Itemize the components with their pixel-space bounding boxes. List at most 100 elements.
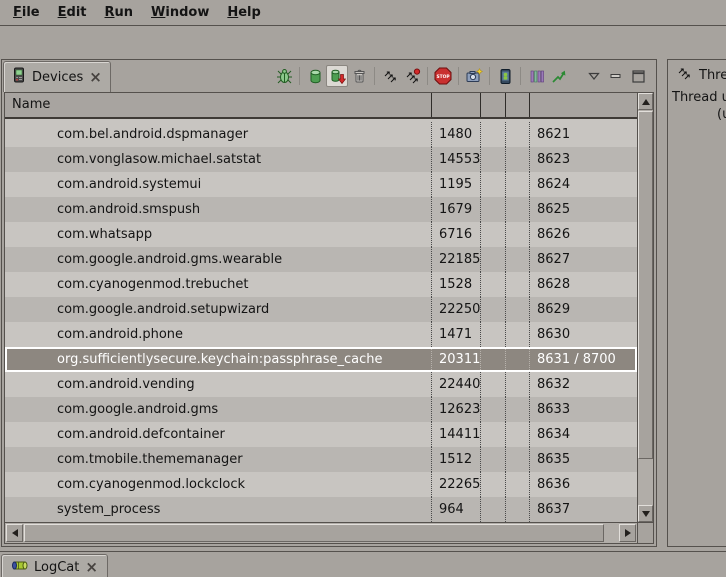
logcat-view-bar: LogCat × (0, 551, 726, 577)
cell-name: com.cyanogenmod.lockclock (5, 472, 432, 497)
scroll-right-button[interactable] (619, 524, 636, 542)
cell-e2 (506, 297, 530, 322)
scroll-up-button[interactable] (638, 93, 653, 110)
cell-port: 8637 (530, 497, 637, 522)
svg-text:STOP: STOP (436, 74, 450, 80)
menu-bar: File Edit Run Window Help (0, 0, 726, 26)
device-client-row[interactable]: com.cyanogenmod.trebuchet1528 8628 (5, 272, 637, 297)
cell-port: 8621 (530, 122, 637, 147)
cell-pid: 6716 (432, 222, 481, 247)
device-client-row[interactable]: com.android.vending224408632 (5, 372, 637, 397)
vertical-scroll-thumb[interactable] (638, 111, 653, 459)
cell-name: com.whatsapp (5, 222, 432, 247)
menu-edit[interactable]: Edit (49, 2, 96, 23)
device-client-row[interactable]: com.android.defcontainer144118634 (5, 422, 637, 447)
horizontal-scrollbar[interactable] (5, 522, 637, 543)
cell-port: 8636 (530, 472, 637, 497)
device-phone-icon (12, 67, 26, 87)
device-client-row[interactable]: com.android.systemui11958624 (5, 172, 637, 197)
cell-e2 (506, 247, 530, 272)
dump-view-hierarchy-icon[interactable] (494, 65, 516, 87)
cell-e1 (481, 147, 506, 172)
cell-e2 (506, 197, 530, 222)
column-header-blank1[interactable] (481, 93, 506, 117)
cell-e2 (506, 349, 530, 370)
cell-pid: 1528 (432, 272, 481, 297)
scroll-down-button[interactable] (638, 505, 653, 522)
scroll-left-button[interactable] (6, 524, 23, 542)
start-method-profiling-icon[interactable] (401, 65, 423, 87)
cell-name: com.vonglasow.michael.satstat (5, 147, 432, 172)
column-header-blank2[interactable] (506, 93, 530, 117)
screen-capture-icon[interactable] (463, 65, 485, 87)
menu-run[interactable]: Run (96, 2, 143, 23)
device-client-row[interactable]: com.google.android.setupwizard222508629 (5, 297, 637, 322)
device-client-row[interactable]: com.cyanogenmod.lockclock222658636 (5, 472, 637, 497)
tab-threads[interactable]: Threads (669, 61, 726, 90)
device-client-row[interactable]: com.vonglasow.michael.satstat145538623 (5, 147, 637, 172)
capture-systrace-icon[interactable] (525, 65, 547, 87)
cell-pid: 14411 (432, 422, 481, 447)
cell-port: 8632 (530, 372, 637, 397)
device-client-row[interactable]: com.tmobile.thememanager15128635 (5, 447, 637, 472)
menu-help[interactable]: Help (218, 2, 269, 23)
maximize-view-icon[interactable] (627, 65, 649, 87)
cell-name: com.android.phone (5, 322, 432, 347)
horizontal-scroll-thumb[interactable] (24, 524, 604, 542)
device-client-row[interactable]: com.whatsapp67168626 (5, 222, 637, 247)
cell-name: com.google.android.gms (5, 397, 432, 422)
cell-name: com.cyanogenmod.trebuchet (5, 272, 432, 297)
close-icon[interactable]: × (85, 561, 98, 573)
threads-message-line2: (use toolbar button to enable) (717, 107, 726, 122)
vertical-scrollbar[interactable] (637, 93, 653, 522)
cell-e2 (506, 497, 530, 522)
cell-port: 8634 (530, 422, 637, 447)
dump-hprof-icon[interactable] (326, 65, 348, 87)
device-client-row[interactable]: com.android.phone14718630 (5, 322, 637, 347)
toolbar-separator (489, 67, 490, 85)
cell-e2 (506, 147, 530, 172)
cell-pid: 1679 (432, 197, 481, 222)
debug-process-icon[interactable] (273, 65, 295, 87)
cell-name: com.google.android.setupwizard (5, 297, 432, 322)
device-client-row[interactable]: org.sufficientlysecure.keychain:passphra… (5, 347, 637, 372)
update-threads-icon[interactable] (379, 65, 401, 87)
cell-pid: 1471 (432, 322, 481, 347)
tab-devices[interactable]: Devices × (3, 61, 111, 92)
device-client-row[interactable]: system_process9648637 (5, 497, 637, 522)
device-client-row[interactable]: com.android.smspush16798625 (5, 197, 637, 222)
cell-e2 (506, 222, 530, 247)
device-client-row[interactable]: com.google.android.gms12623 8633 (5, 397, 637, 422)
cell-e1 (481, 272, 506, 297)
column-header-pid[interactable] (432, 93, 481, 117)
cause-gc-icon[interactable] (348, 65, 370, 87)
cell-port: 8633 (530, 397, 637, 422)
cell-pid: 20311 (432, 349, 481, 370)
cell-pid: 964 (432, 497, 481, 522)
menu-file[interactable]: File (4, 2, 49, 23)
cell-e2 (506, 447, 530, 472)
column-header-name[interactable]: Name (5, 93, 432, 117)
cell-port: 8629 (530, 297, 637, 322)
column-header-port[interactable] (530, 93, 637, 117)
cell-e1 (481, 247, 506, 272)
cell-e1 (481, 497, 506, 522)
cell-port: 8628 (530, 272, 637, 297)
cell-name: com.tmobile.thememanager (5, 447, 432, 472)
update-heap-icon[interactable] (304, 65, 326, 87)
device-client-row[interactable]: com.google.android.gms.wearable221858627 (5, 247, 637, 272)
device-client-row[interactable]: com.bel.android.dspmanager14808621 (5, 122, 637, 147)
up-arrow-icon (642, 99, 650, 105)
threads-message-line1: Thread updates not enabled for selected … (672, 90, 726, 105)
cell-pid: 12623 (432, 397, 481, 422)
toolbar-separator (374, 67, 375, 85)
start-opengl-trace-icon[interactable] (547, 65, 569, 87)
cell-e2 (506, 472, 530, 497)
close-icon[interactable]: × (89, 71, 102, 83)
menu-window[interactable]: Window (142, 2, 218, 23)
stop-process-icon[interactable]: STOP (432, 65, 454, 87)
scrollbar-corner (637, 522, 653, 543)
minimize-view-icon[interactable] (605, 65, 627, 87)
tab-logcat[interactable]: LogCat × (1, 554, 108, 577)
view-menu-icon[interactable] (583, 65, 605, 87)
